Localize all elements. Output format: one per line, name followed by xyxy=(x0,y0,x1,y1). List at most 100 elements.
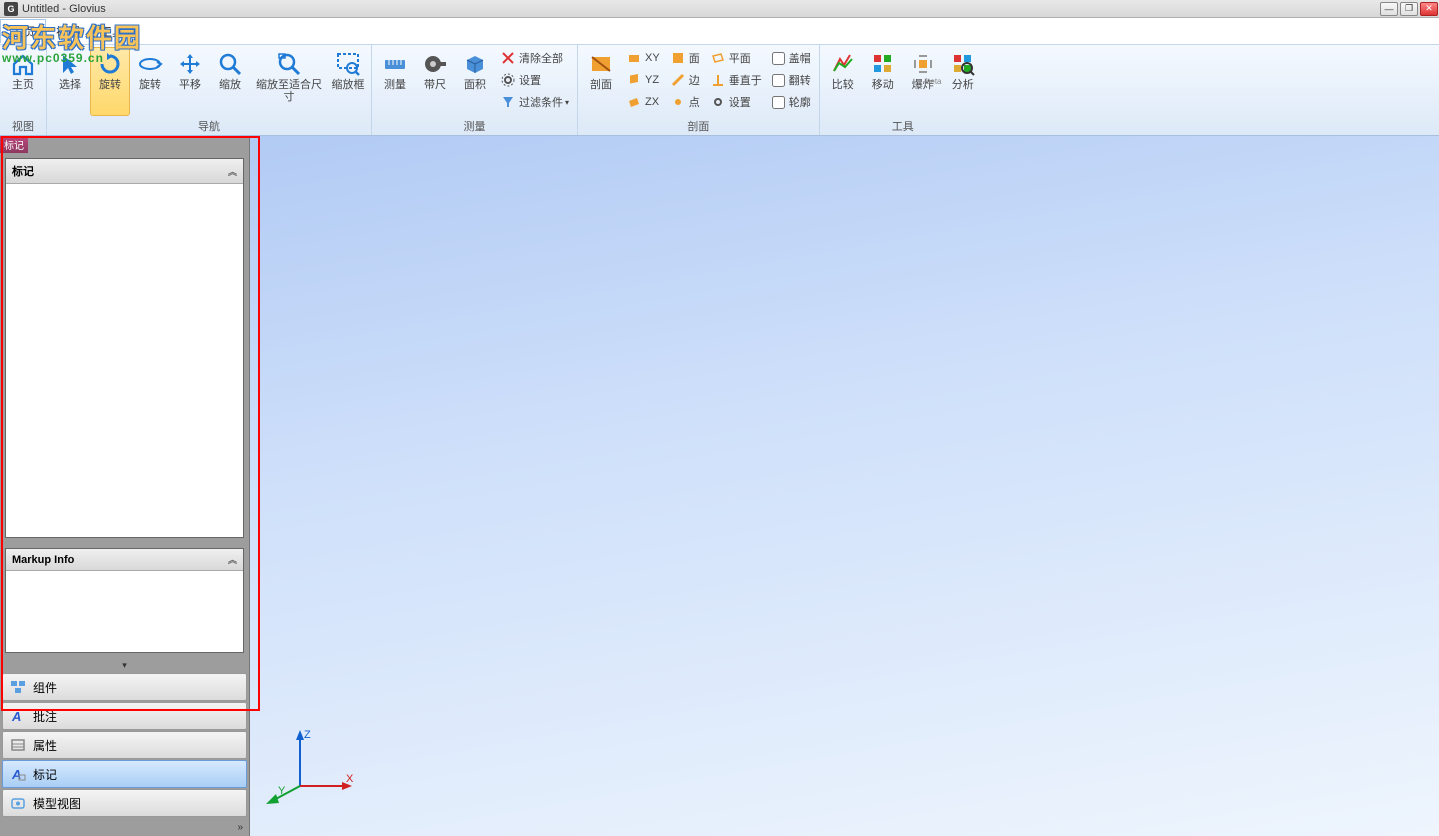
ribbon: 主页 视图 选择 旋转 旋转 平移 缩放 xyxy=(0,44,1439,136)
home-icon xyxy=(10,51,36,77)
point-button[interactable]: 点 xyxy=(665,91,705,113)
perp-icon xyxy=(710,72,726,88)
rotate2-button[interactable]: 旋转 xyxy=(130,47,170,116)
annotations-icon: A xyxy=(9,708,27,724)
analyze-icon xyxy=(950,51,976,77)
edge-button[interactable]: 边 xyxy=(665,69,705,91)
ribbon-group-measure: 测量 带尺 面积 清除全部 设置 过滤条件▾ 测量 xyxy=(372,45,578,135)
tab-components[interactable]: 组件 xyxy=(2,673,247,701)
tab-properties[interactable]: 属性 xyxy=(2,731,247,759)
menu-bar: 主页 视图 工具 xyxy=(0,18,1439,44)
zoom-fit-icon xyxy=(276,51,302,77)
yz-plane-button[interactable]: YZ xyxy=(621,69,665,91)
filter-button[interactable]: 过滤条件▾ xyxy=(495,91,574,113)
gear-icon xyxy=(500,72,516,88)
tab-annotations[interactable]: A 批注 xyxy=(2,702,247,730)
cube-icon xyxy=(462,51,488,77)
ribbon-group-section: 剖面 XY YZ ZX 面 边 点 平面 垂直于 设置 盖帽 翻转 轮廓 xyxy=(578,45,820,135)
filter-icon xyxy=(500,94,516,110)
plane-zx-icon xyxy=(626,94,642,110)
outline-checkbox[interactable] xyxy=(772,96,785,109)
home-button[interactable]: 主页 xyxy=(3,47,43,116)
side-panel-footer: » xyxy=(0,818,249,836)
clear-all-button[interactable]: 清除全部 xyxy=(495,47,574,69)
zoom-box-button[interactable]: 缩放框 xyxy=(328,47,368,116)
cap-toggle[interactable]: 盖帽 xyxy=(767,47,816,69)
collapse-icon[interactable]: ︽ xyxy=(228,553,237,566)
maximize-button[interactable]: ❐ xyxy=(1400,2,1418,16)
panel-top-tab[interactable]: 标记 xyxy=(0,136,28,153)
tape-button[interactable]: 带尺 xyxy=(415,47,455,116)
edge-icon xyxy=(670,72,686,88)
tape-icon xyxy=(422,51,448,77)
svg-text:Z: Z xyxy=(304,729,311,741)
ribbon-group-tools: 比较 移动 爆炸 beta 分析 工具 xyxy=(820,45,986,135)
face-button[interactable]: 面 xyxy=(665,47,705,69)
measure-settings-button[interactable]: 设置 xyxy=(495,69,574,91)
zoom-fit-button[interactable]: 缩放至适合尺寸 xyxy=(250,47,328,116)
explode-button[interactable]: 爆炸 beta xyxy=(903,47,943,116)
rotate-button[interactable]: 旋转 xyxy=(90,47,130,116)
workspace: 标记 标记 ︽ Markup Info ︽ ▾ 组件 A 批注 xyxy=(0,136,1439,836)
panel-splitter[interactable]: ▾ xyxy=(0,658,249,672)
perpendicular-button[interactable]: 垂直于 xyxy=(705,69,767,91)
compare-icon xyxy=(830,51,856,77)
close-button[interactable]: ✕ xyxy=(1420,2,1438,16)
flip-toggle[interactable]: 翻转 xyxy=(767,69,816,91)
compare-button[interactable]: 比较 xyxy=(823,47,863,116)
collapse-icon[interactable]: ︽ xyxy=(228,165,237,178)
menu-view[interactable]: 视图 xyxy=(46,20,90,43)
tab-model-views[interactable]: 模型视图 xyxy=(2,789,247,817)
menu-tools[interactable]: 工具 xyxy=(90,20,134,43)
app-icon: G xyxy=(4,2,18,16)
svg-text:X: X xyxy=(346,773,354,785)
cap-checkbox[interactable] xyxy=(772,52,785,65)
point-icon xyxy=(670,94,686,110)
section-button[interactable]: 剖面 xyxy=(581,47,621,116)
expand-down-icon[interactable]: » xyxy=(237,822,243,833)
triangle-down-icon: ▾ xyxy=(122,660,127,671)
markup-info-header[interactable]: Markup Info ︽ xyxy=(6,549,243,571)
cursor-icon xyxy=(57,51,83,77)
plane-xy-icon xyxy=(626,50,642,66)
plane-icon xyxy=(710,50,726,66)
dropdown-arrow-icon: ▾ xyxy=(565,98,569,107)
title-bar: G Untitled - Glovius — ❐ ✕ xyxy=(0,0,1439,18)
analyze-button[interactable]: 分析 xyxy=(943,47,983,116)
ribbon-group-nav: 选择 旋转 旋转 平移 缩放 缩放至适合尺寸 xyxy=(47,45,372,135)
markup-panel-header[interactable]: 标记 ︽ xyxy=(6,159,243,184)
properties-icon xyxy=(9,737,27,753)
markup-info-body xyxy=(6,571,243,652)
zx-plane-button[interactable]: ZX xyxy=(621,91,665,113)
section-settings-button[interactable]: 设置 xyxy=(705,91,767,113)
pan-icon xyxy=(177,51,203,77)
plane-button[interactable]: 平面 xyxy=(705,47,767,69)
svg-text:A: A xyxy=(11,709,21,723)
plane-yz-icon xyxy=(626,72,642,88)
tab-markup[interactable]: A 标记 xyxy=(2,760,247,788)
axis-indicator: Z X Y xyxy=(280,726,360,806)
move-grid-icon xyxy=(870,51,896,77)
zoom-button[interactable]: 缩放 xyxy=(210,47,250,116)
measure-button[interactable]: 测量 xyxy=(375,47,415,116)
select-button[interactable]: 选择 xyxy=(50,47,90,116)
pan-button[interactable]: 平移 xyxy=(170,47,210,116)
side-tabs: 组件 A 批注 属性 A 标记 模型视图 xyxy=(0,672,249,818)
move-button[interactable]: 移动 xyxy=(863,47,903,116)
svg-text:A: A xyxy=(11,767,21,781)
zoom-box-icon xyxy=(335,51,361,77)
area-button[interactable]: 面积 xyxy=(455,47,495,116)
minimize-button[interactable]: — xyxy=(1380,2,1398,16)
section-icon xyxy=(588,51,614,77)
flip-checkbox[interactable] xyxy=(772,74,785,87)
markup-info-panel: Markup Info ︽ xyxy=(5,548,244,653)
explode-icon xyxy=(910,51,936,77)
zoom-icon xyxy=(217,51,243,77)
svg-text:Y: Y xyxy=(278,785,286,797)
xy-plane-button[interactable]: XY xyxy=(621,47,665,69)
components-icon xyxy=(9,679,27,695)
menu-home[interactable]: 主页 xyxy=(0,19,46,43)
markup-panel: 标记 ︽ xyxy=(5,158,244,538)
viewport-3d[interactable]: Z X Y xyxy=(250,136,1439,836)
outline-toggle[interactable]: 轮廓 xyxy=(767,91,816,113)
